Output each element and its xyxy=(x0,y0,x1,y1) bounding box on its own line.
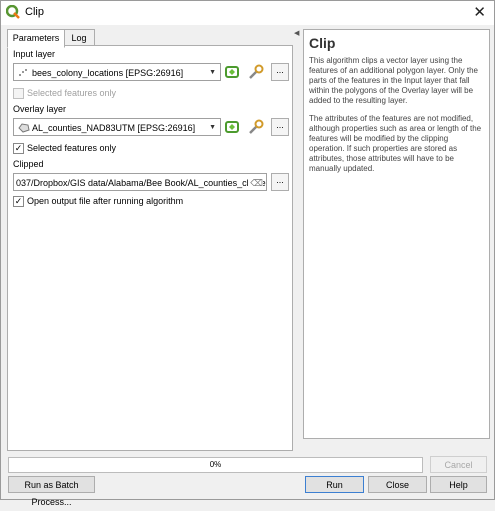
wrench-icon[interactable] xyxy=(247,118,265,136)
close-button-label: Close xyxy=(385,480,409,490)
clipped-output-more-label: ... xyxy=(276,175,284,185)
input-layer-label: Input layer xyxy=(13,49,56,59)
run-button[interactable]: Run xyxy=(305,476,364,493)
clear-field-icon[interactable]: ⌫ xyxy=(248,174,263,190)
open-output-checkbox[interactable]: ✓ xyxy=(13,196,24,207)
polygon-layer-icon xyxy=(18,123,30,133)
clipped-output-label: Clipped xyxy=(13,159,44,169)
overlay-layer-value: AL_counties_NAD83UTM [EPSG:26916] xyxy=(32,123,196,133)
cancel-button[interactable]: Cancel xyxy=(430,456,487,473)
help-panel: Clip This algorithm clips a vector layer… xyxy=(303,29,490,439)
tab-log-label: Log xyxy=(71,33,87,43)
overlay-layer-combo[interactable]: AL_counties_NAD83UTM [EPSG:26916] ▼ xyxy=(13,118,221,136)
help-button[interactable]: Help xyxy=(430,476,487,493)
chevron-down-icon: ▼ xyxy=(209,124,216,131)
cancel-button-label: Cancel xyxy=(444,460,473,470)
point-layer-icon xyxy=(19,69,27,76)
help-paragraph-1: This algorithm clips a vector layer usin… xyxy=(309,56,478,105)
overlay-selected-only-checkbox[interactable]: ✓ xyxy=(13,143,24,154)
overlay-layer-more-button[interactable]: ... xyxy=(271,118,289,136)
tab-parameters-label: Parameters xyxy=(12,33,60,43)
progress-bar: 0% xyxy=(8,457,423,473)
input-layer-value: bees_colony_locations [EPSG:26916] xyxy=(32,68,184,78)
parameters-panel: Input layer bees_colony_locations [EPSG:… xyxy=(7,45,293,451)
clipped-output-field[interactable]: 037/Dropbox/GIS data/Alabama/Bee Book/AL… xyxy=(13,173,267,191)
input-layer-combo[interactable]: bees_colony_locations [EPSG:26916] ▼ xyxy=(13,63,221,81)
tab-parameters[interactable]: Parameters xyxy=(7,29,65,48)
clipped-output-more-button[interactable]: ... xyxy=(271,173,289,191)
help-paragraph-2: The attributes of the features are not m… xyxy=(309,114,482,173)
clip-dialog: Clip ✕ Parameters Log ◀ Input layer bees… xyxy=(0,0,495,507)
run-as-batch-button[interactable]: Run as Batch Process... xyxy=(8,476,95,507)
progress-text: 0% xyxy=(209,460,222,469)
clipped-output-value: 037/Dropbox/GIS data/Alabama/Bee Book/AL… xyxy=(16,178,267,188)
close-window-icon[interactable]: ✕ xyxy=(473,3,486,21)
input-layer-more-label: ... xyxy=(276,65,284,75)
input-layer-more-button[interactable]: ... xyxy=(271,63,289,81)
overlay-layer-label: Overlay layer xyxy=(13,104,67,114)
help-button-label: Help xyxy=(449,480,468,490)
input-selected-only-checkbox[interactable] xyxy=(13,88,24,99)
window-title: Clip xyxy=(25,6,44,18)
chevron-down-icon: ▼ xyxy=(209,69,216,76)
run-as-batch-label: Run as Batch Process... xyxy=(24,480,79,507)
close-button[interactable]: Close xyxy=(368,476,427,493)
open-output-label: Open output file after running algorithm xyxy=(27,196,184,206)
overlay-layer-more-label: ... xyxy=(276,120,284,130)
help-title: Clip xyxy=(309,35,336,51)
qgis-logo-icon xyxy=(6,5,20,19)
wrench-icon[interactable] xyxy=(247,63,265,81)
input-selected-only-label: Selected features only xyxy=(27,88,117,98)
iterate-features-icon[interactable] xyxy=(223,118,241,136)
run-button-label: Run xyxy=(326,480,343,490)
title-bar: Clip ✕ xyxy=(1,1,494,25)
iterate-features-icon[interactable] xyxy=(223,63,241,81)
overlay-selected-only-label: Selected features only xyxy=(27,143,117,153)
collapse-help-icon[interactable]: ◀ xyxy=(294,29,299,37)
